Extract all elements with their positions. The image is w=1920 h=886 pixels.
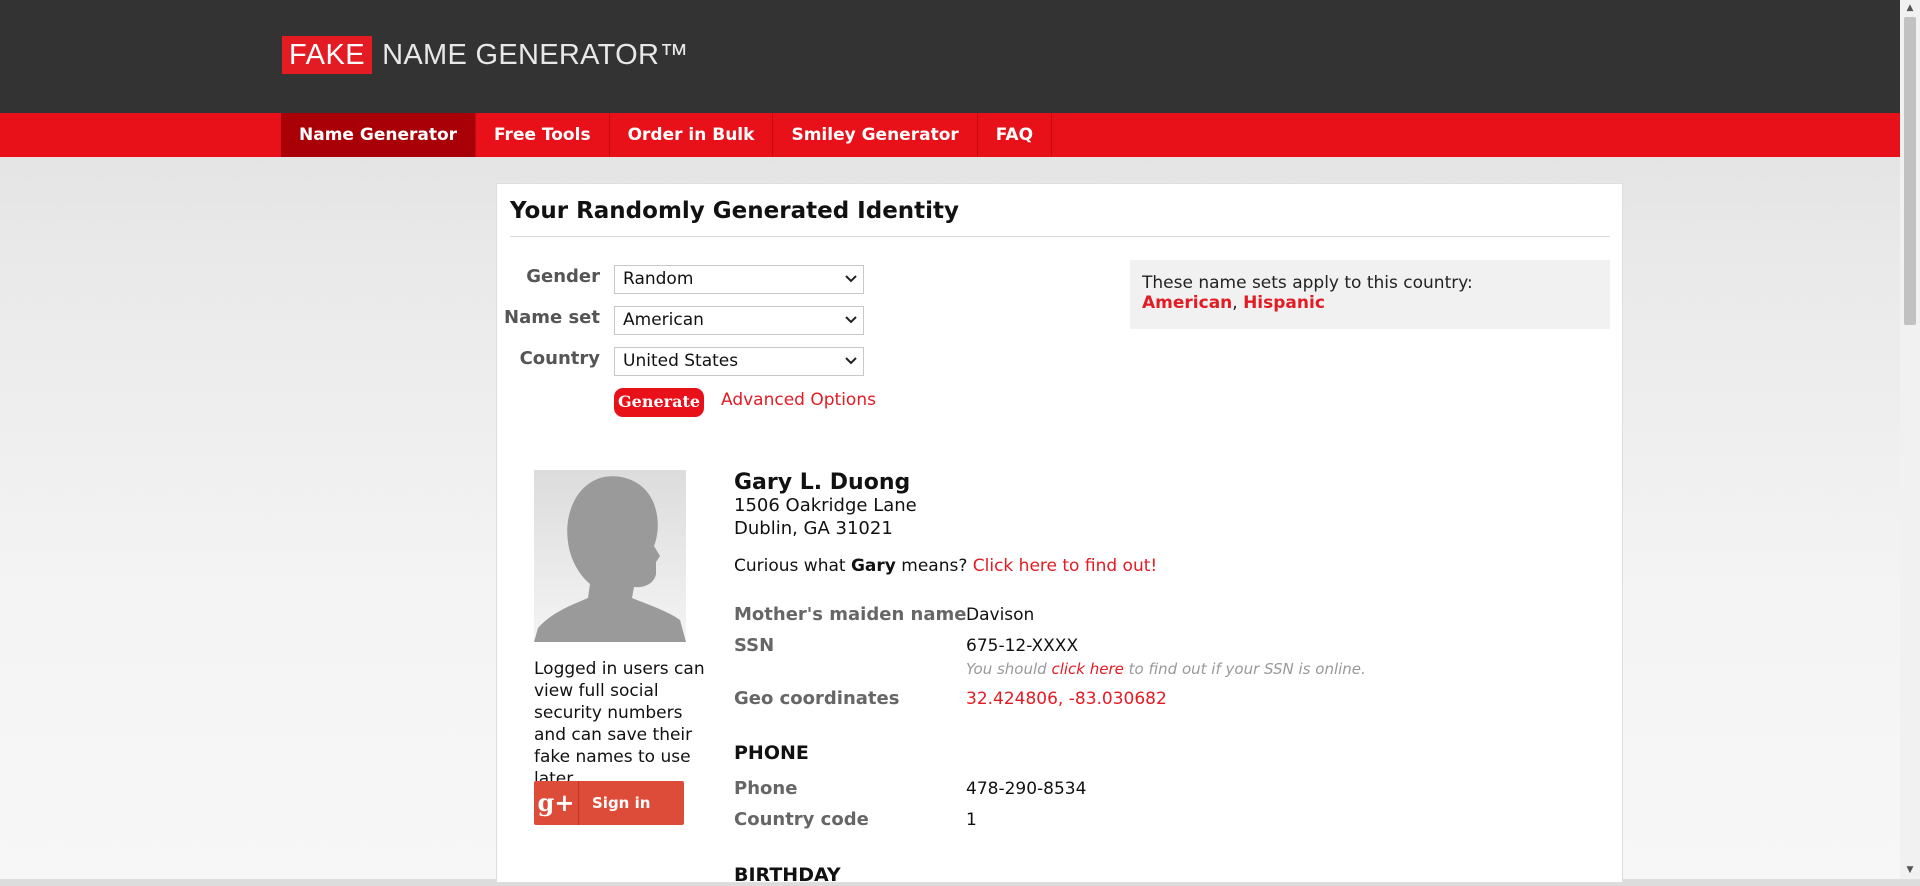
curious-suffix: means? — [901, 556, 968, 576]
ssn-value: 675-12-XXXX — [966, 636, 1079, 656]
name-meaning-link[interactable]: Click here to find out! — [973, 556, 1157, 576]
nameset-link-american[interactable]: American — [1142, 293, 1232, 313]
nameset-label: Name set — [504, 307, 600, 328]
country-code-value: 1 — [966, 810, 977, 830]
phone-label: Phone — [734, 778, 798, 799]
nav-list: Name Generator Free Tools Order in Bulk … — [281, 113, 1053, 157]
generate-button[interactable]: Generate — [614, 388, 704, 417]
ssn-label: SSN — [734, 635, 775, 656]
page-scrollbar[interactable]: ▲ ▼ — [1900, 0, 1920, 879]
google-plus-icon: g+ — [534, 781, 579, 825]
logo-fake-badge: FAKE — [282, 36, 373, 74]
maiden-name-label: Mother's maiden name — [734, 604, 967, 625]
nav-item-free-tools[interactable]: Free Tools — [476, 113, 610, 157]
address-street: 1506 Oakridge Lane — [734, 495, 917, 516]
nameset-link-hispanic[interactable]: Hispanic — [1243, 293, 1325, 313]
namesets-links: American, Hispanic — [1142, 293, 1598, 313]
scroll-up-arrow-icon[interactable]: ▲ — [1900, 0, 1920, 17]
nameset-select[interactable]: American — [614, 306, 864, 335]
curious-name: Gary — [850, 556, 896, 576]
page-title: Your Randomly Generated Identity — [510, 198, 1610, 237]
country-label: Country — [519, 348, 600, 369]
birthday-section-heading: BIRTHDAY — [734, 864, 841, 886]
ssn-note-suffix: to find out if your SSN is online. — [1128, 660, 1366, 678]
person-silhouette-icon — [534, 470, 686, 642]
namesets-info-box: These name sets apply to this country: A… — [1130, 260, 1610, 329]
main-nav: Name Generator Free Tools Order in Bulk … — [0, 113, 1900, 157]
chevron-down-icon — [845, 307, 857, 344]
scroll-thumb[interactable] — [1904, 17, 1916, 325]
signin-label: Sign in — [592, 794, 651, 812]
geo-coordinates-link[interactable]: 32.424806, -83.030682 — [966, 689, 1167, 709]
country-select[interactable]: United States — [614, 347, 864, 376]
nav-item-name-generator[interactable]: Name Generator — [281, 113, 477, 157]
nameset-select-value: American — [623, 310, 704, 330]
nav-item-faq[interactable]: FAQ — [978, 113, 1053, 157]
curious-prefix: Curious what — [734, 556, 846, 576]
gender-select[interactable]: Random — [614, 265, 864, 294]
geo-label: Geo coordinates — [734, 688, 900, 709]
chevron-down-icon — [845, 348, 857, 385]
nameset-separator: , — [1232, 293, 1238, 313]
scroll-down-arrow-icon[interactable]: ▼ — [1900, 862, 1920, 879]
login-note: Logged in users can view full social sec… — [534, 659, 705, 789]
logo-wordmark: NAME GENERATOR™ — [382, 38, 689, 71]
identity-panel: Your Randomly Generated Identity Gender … — [496, 183, 1623, 886]
name-meaning-line: Curious what Gary means? Click here to f… — [734, 556, 1157, 576]
country-code-label: Country code — [734, 809, 869, 830]
address-city: Dublin, GA 31021 — [734, 518, 893, 539]
maiden-name-value: Davison — [966, 605, 1035, 625]
ssn-note-prefix: You should — [966, 660, 1047, 678]
gender-select-value: Random — [623, 269, 694, 289]
nav-item-smiley-generator[interactable]: Smiley Generator — [773, 113, 978, 157]
nav-item-order-in-bulk[interactable]: Order in Bulk — [610, 113, 774, 157]
site-logo[interactable]: FAKE NAME GENERATOR™ — [282, 36, 689, 74]
gender-label: Gender — [526, 266, 600, 287]
identity-name: Gary L. Duong — [734, 470, 911, 495]
ssn-note: You should click here to find out if you… — [966, 660, 1366, 678]
phone-section-heading: PHONE — [734, 742, 809, 764]
chevron-down-icon — [845, 266, 857, 303]
advanced-options-link[interactable]: Advanced Options — [721, 390, 876, 410]
phone-value: 478-290-8534 — [966, 779, 1087, 799]
google-signin-button[interactable]: g+ Sign in — [534, 781, 684, 825]
ssn-check-link[interactable]: click here — [1051, 660, 1123, 678]
namesets-intro: These name sets apply to this country: — [1142, 273, 1473, 293]
country-select-value: United States — [623, 351, 739, 371]
site-header: FAKE NAME GENERATOR™ — [0, 0, 1900, 113]
